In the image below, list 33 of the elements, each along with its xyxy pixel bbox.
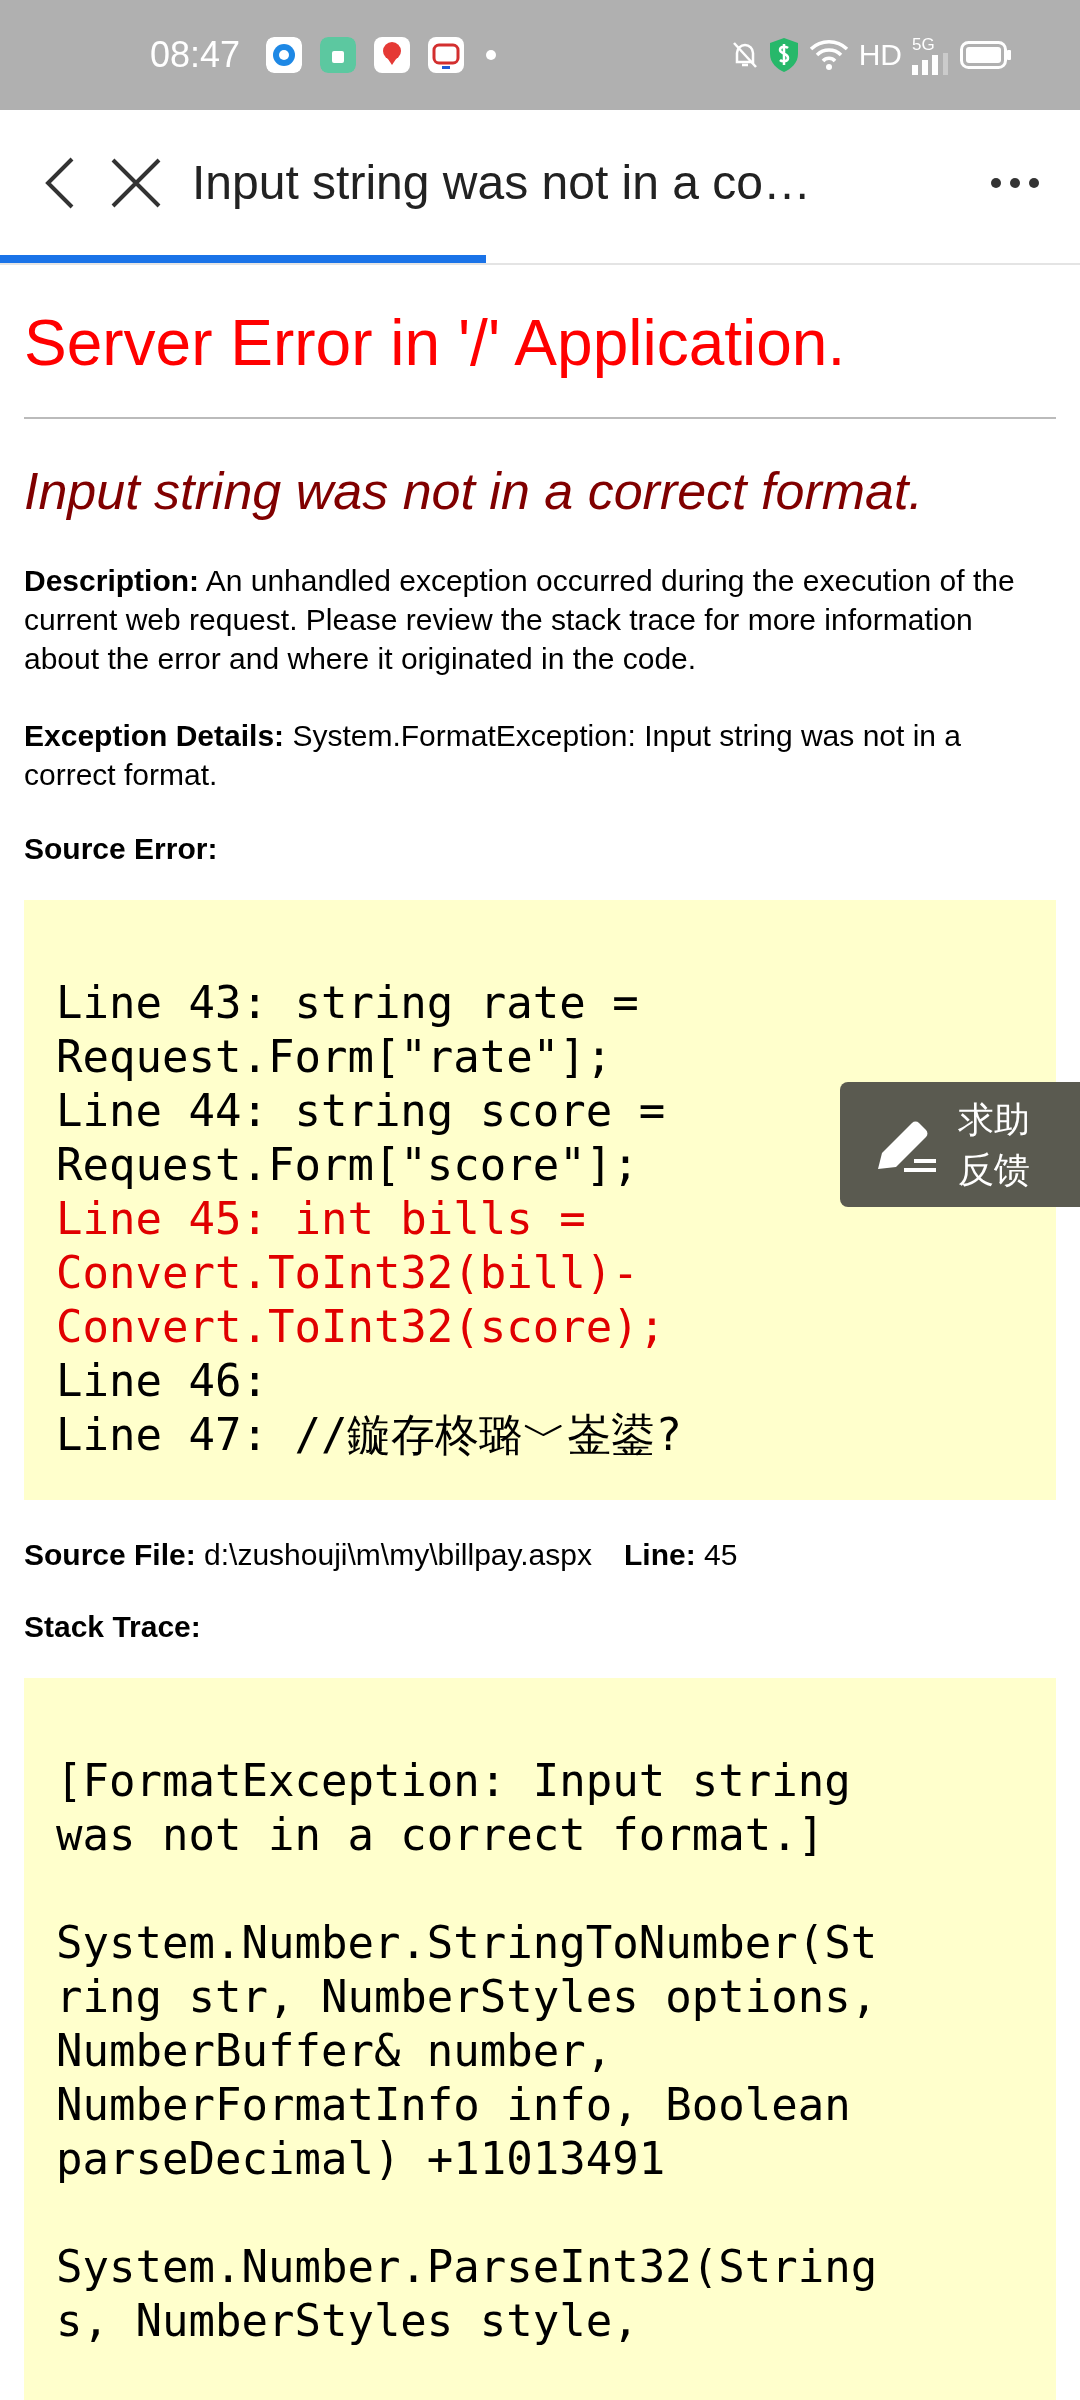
stack-trace-line: [FormatException: Input string was not in a correct format.]	[56, 1754, 852, 1862]
source-error-label: Source Error:	[24, 832, 219, 866]
app-icon	[266, 37, 303, 73]
source-file-text: Source File: d:\zushouji\m\my\billpay.aspx	[24, 1538, 592, 1572]
stack-trace-line: System.Number.StringToNumber(String str, NumberStyles options, NumberBuffer& number, NumberFormatInfo info, Boolean parseDecimal) +11013491	[56, 1916, 879, 2186]
exception-details-text: Exception Details: System.FormatException: Input string was not in a correct format.	[24, 718, 963, 793]
stack-trace-label: Stack Trace:	[24, 1610, 202, 1644]
wifi-icon	[808, 39, 849, 71]
error-heading: Server Error in '/' Application.	[24, 306, 847, 381]
battery-icon	[960, 41, 1012, 69]
page-title: Input string was not in a co…	[192, 155, 812, 210]
clock: 08:47	[150, 34, 241, 76]
code-line: Line 45: int bills = Convert.ToInt32(bill)-Convert.ToInt32(score);	[56, 1192, 667, 1354]
hd-label: HD	[858, 38, 902, 72]
more-icon[interactable]	[990, 176, 1040, 189]
code-line: Line 43: string rate = Request.Form["rate"];	[56, 976, 640, 1084]
code-line: Line 47: //鏇存柊璐﹀崟鍙?	[56, 1408, 683, 1462]
line-number-text: Line: 45	[624, 1538, 738, 1572]
app-icon	[428, 37, 465, 73]
description-text: Description: An unhandled exception occurred during the execution of the current web request. Please review the stack trace for more information about the error and where it originated in the code.	[24, 563, 1016, 677]
muted-bell-icon	[730, 40, 759, 70]
error-message: Input string was not in a correct format.	[24, 461, 924, 522]
shield-icon	[768, 37, 799, 73]
close-icon[interactable]	[110, 156, 162, 209]
feedback-button[interactable]: 求助反馈	[840, 1082, 1080, 1207]
code-line: Line 46:	[56, 1354, 269, 1408]
stack-trace-line: System.Number.ParseInt32(String s, NumberStyles style,	[56, 2240, 879, 2348]
map-pin-icon	[374, 37, 411, 73]
code-line: Line 44: string score = Request.Form["score"];	[56, 1084, 667, 1192]
notification-dot	[486, 50, 497, 60]
app-icon	[320, 37, 357, 73]
network-label: 5G	[912, 35, 935, 53]
signal-icon	[912, 52, 950, 75]
